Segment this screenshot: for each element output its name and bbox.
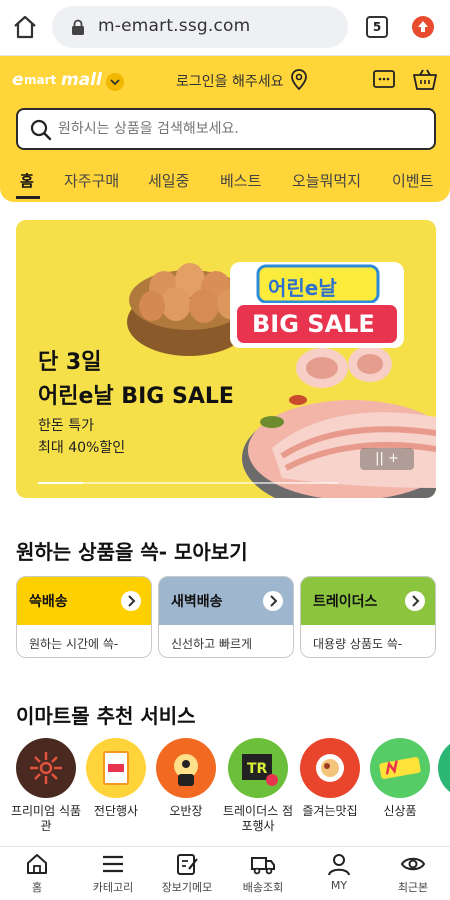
collection-section-title: 원하는 상품을 쓱- 모아보기 bbox=[16, 540, 248, 564]
obanjang-icon bbox=[156, 738, 216, 798]
person-icon bbox=[328, 854, 350, 876]
search-bar[interactable] bbox=[16, 108, 436, 150]
banner-progress-track bbox=[38, 482, 338, 484]
update-icon[interactable] bbox=[412, 16, 434, 38]
big-sale-badge: 어린e날 BIG SALE bbox=[228, 260, 406, 350]
chat-icon[interactable] bbox=[372, 68, 396, 92]
svg-text:TR: TR bbox=[247, 761, 268, 777]
service-traders-store[interactable]: TR 트레이더스 점포행사 bbox=[222, 738, 294, 834]
banner-subtitle-line2: 최대 40%할인 bbox=[38, 440, 126, 456]
service-next-partial bbox=[438, 738, 450, 798]
location-pin-icon[interactable] bbox=[290, 69, 308, 91]
chevron-right-icon bbox=[121, 591, 141, 611]
url-text[interactable]: m-emart.ssg.com bbox=[98, 16, 250, 36]
promo-banner[interactable]: 어린e날 BIG SALE 단 3일 어린e날 BIG SALE 한돈 특가 최… bbox=[16, 220, 436, 498]
service-restaurants[interactable]: 즐겨는맛집 bbox=[294, 738, 366, 819]
tab-home[interactable]: 홈 bbox=[20, 170, 34, 191]
service-flyer[interactable]: 전단행사 bbox=[80, 738, 152, 819]
banner-subtitle-line1: 한돈 특가 bbox=[38, 418, 94, 434]
site-header: e mart mall 로그인을 해주세요 홈 자주구매 세일중 베스트 오늘뭐… bbox=[0, 56, 450, 202]
nav-delivery-tracking[interactable]: 배송조회 bbox=[228, 851, 298, 895]
service-premium-food[interactable]: 프리미엄 식품관 bbox=[10, 738, 82, 834]
nav-shopping-memo[interactable]: 장보기메모 bbox=[152, 851, 222, 895]
new-icon bbox=[370, 738, 430, 798]
lock-icon bbox=[72, 19, 84, 35]
bottom-navigation: 홈 카테고리 장보기메모 배송조회 MY 최근본 bbox=[0, 846, 450, 900]
tab-best[interactable]: 베스트 bbox=[220, 170, 261, 191]
chevron-right-icon bbox=[405, 591, 425, 611]
ssg-delivery-card[interactable]: 쓱배송 원하는 시간에 쓱- bbox=[16, 576, 152, 658]
flyer-icon bbox=[86, 738, 146, 798]
traders-icon: TR bbox=[228, 738, 288, 798]
tab-events[interactable]: 이벤트 bbox=[392, 170, 433, 191]
banner-title-line2: 어린e날 BIG SALE bbox=[38, 384, 234, 409]
dawn-delivery-card[interactable]: 새벽배송 신선하고 빠르게 bbox=[158, 576, 294, 658]
banner-progress-fill bbox=[38, 482, 83, 484]
tab-switcher-button[interactable]: 5 bbox=[366, 16, 388, 38]
category-tabs: 홈 자주구매 세일중 베스트 오늘뭐먹지 이벤트 bbox=[0, 164, 450, 202]
cart-icon[interactable] bbox=[412, 68, 438, 92]
tab-what-to-eat[interactable]: 오늘뭐먹지 bbox=[292, 170, 361, 191]
banner-pager[interactable]: || + bbox=[360, 448, 414, 470]
login-prompt[interactable]: 로그인을 해주세요 bbox=[176, 71, 284, 91]
mall-switch-chevron-icon[interactable] bbox=[106, 73, 124, 91]
address-bar[interactable]: m-emart.ssg.com bbox=[52, 6, 348, 48]
service-new-products[interactable]: 신상품 bbox=[364, 738, 436, 819]
eye-icon bbox=[400, 857, 426, 871]
truck-icon bbox=[251, 857, 275, 875]
chevron-right-icon bbox=[263, 591, 283, 611]
pork-belly-image bbox=[242, 346, 436, 498]
premium-food-icon bbox=[16, 738, 76, 798]
banner-title-line1: 단 3일 bbox=[38, 350, 102, 375]
tab-on-sale[interactable]: 세일중 bbox=[148, 170, 189, 191]
home-icon[interactable] bbox=[10, 12, 40, 42]
active-tab-indicator bbox=[16, 196, 40, 199]
nav-category[interactable]: 카테고리 bbox=[78, 851, 148, 895]
menu-icon bbox=[103, 855, 123, 873]
service-obanjang[interactable]: 오반장 bbox=[150, 738, 222, 819]
nav-recently-viewed[interactable]: 최근본 bbox=[378, 851, 448, 895]
search-icon[interactable] bbox=[30, 119, 52, 141]
traders-card[interactable]: 트레이더스 대용량 상품도 쓱- bbox=[300, 576, 436, 658]
tab-frequent[interactable]: 자주구매 bbox=[64, 170, 119, 191]
home-icon bbox=[27, 854, 47, 874]
memo-icon bbox=[177, 854, 198, 875]
browser-bar: m-emart.ssg.com 5 bbox=[0, 0, 450, 56]
nav-home[interactable]: 홈 bbox=[2, 851, 72, 895]
search-input[interactable] bbox=[58, 118, 418, 140]
services-section-title: 이마트몰 추천 서비스 bbox=[16, 704, 196, 728]
restaurant-icon bbox=[300, 738, 360, 798]
nav-my[interactable]: MY bbox=[304, 851, 374, 892]
